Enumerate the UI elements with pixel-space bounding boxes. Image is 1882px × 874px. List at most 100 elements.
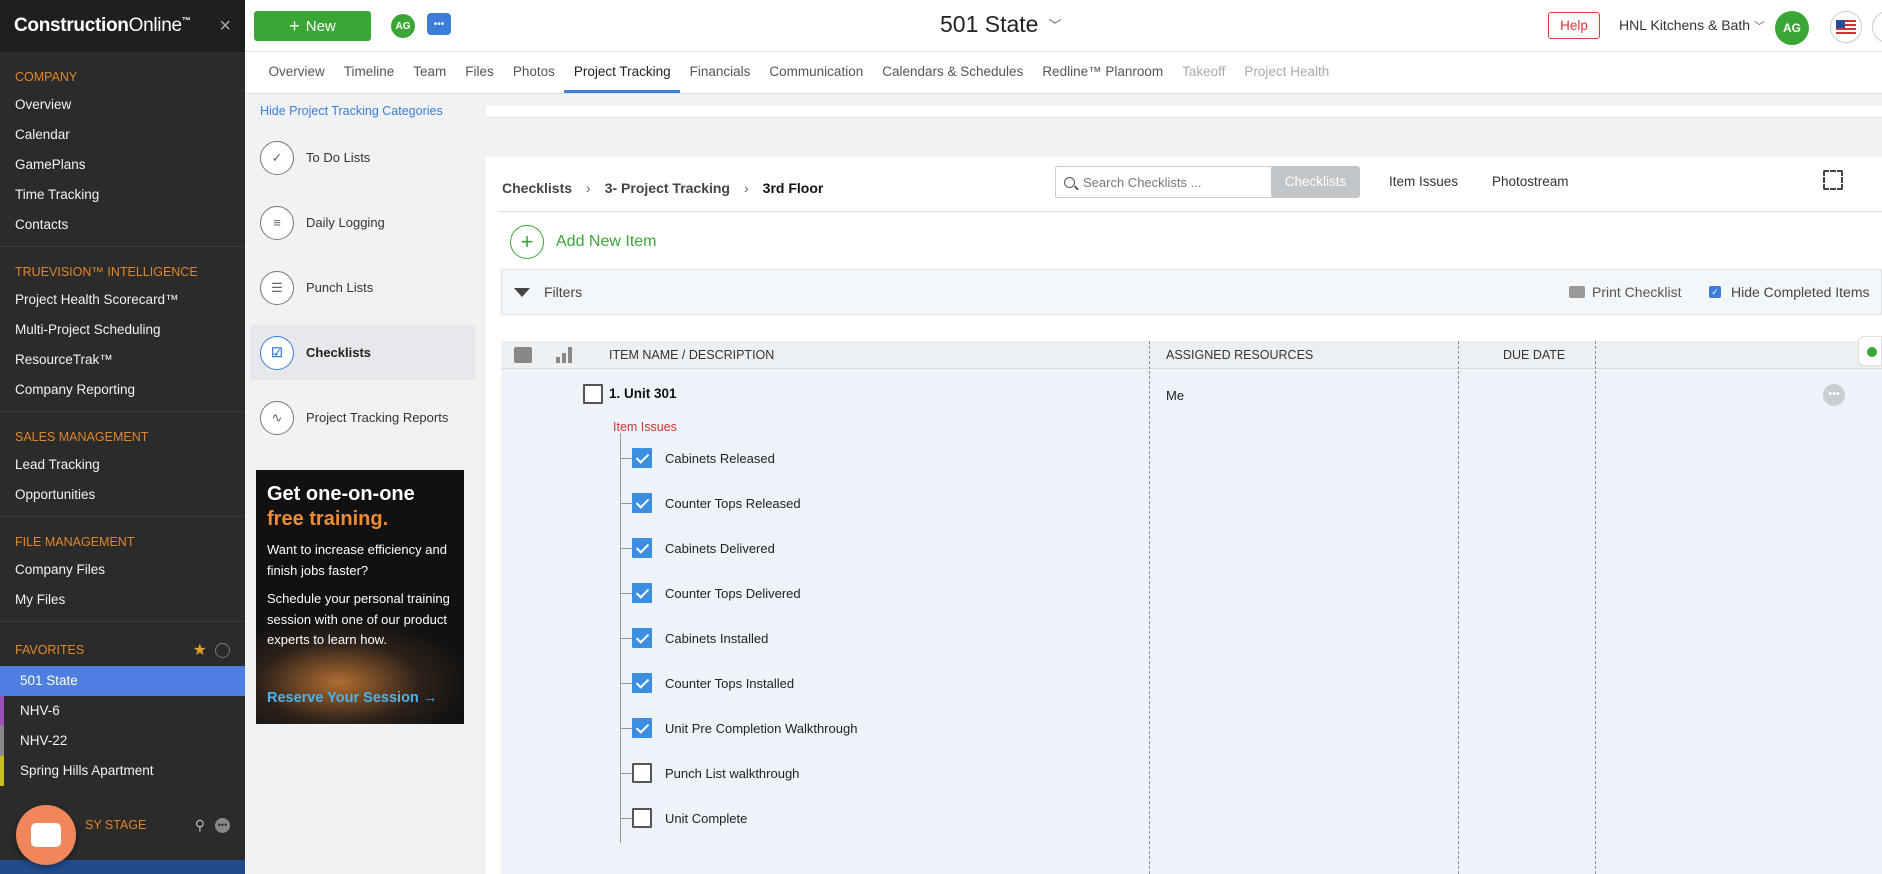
subitem-label[interactable]: Punch List walkthrough [665,766,799,781]
item-checkbox[interactable] [583,384,603,404]
fullscreen-icon[interactable] [1823,170,1843,190]
messages-icon[interactable]: ••• [427,13,451,35]
favorite-project-item[interactable]: Spring Hills Apartment [0,756,245,786]
nav-item-project-tracking-reports[interactable]: ∿ Project Tracking Reports [250,390,475,445]
column-header-assigned[interactable]: ASSIGNED RESOURCES [1166,348,1313,362]
more-icon[interactable]: ••• [215,817,230,833]
sidebar-item-lead-tracking[interactable]: Lead Tracking [0,450,245,480]
collapse-triangle-icon[interactable] [514,287,530,297]
more-options-icon[interactable]: ••• [1823,384,1845,406]
add-new-item-button[interactable]: + Add New Item [510,225,656,259]
close-sidebar-icon[interactable]: × [219,15,231,38]
checklist-subitem-row[interactable]: Cabinets Delivered [620,526,1220,571]
tab-project-tracking[interactable]: Project Tracking [564,52,681,93]
tab-financials[interactable]: Financials [680,52,760,93]
checklist-subitem-row[interactable]: Punch List walkthrough [620,751,1220,796]
reserve-session-link[interactable]: Reserve Your Session → [267,690,437,706]
sidebar-item-contacts[interactable]: Contacts [0,210,245,240]
hide-completed-checkbox[interactable]: ✓ [1709,286,1721,298]
subitem-checkbox[interactable] [632,448,652,468]
sidebar-item-gameplans[interactable]: GamePlans [0,150,245,180]
breadcrumb-item[interactable]: 3- Project Tracking [605,180,730,196]
sidebar-item-opportunities[interactable]: Opportunities [0,480,245,510]
tab-files[interactable]: Files [456,52,504,93]
subitem-label[interactable]: Unit Pre Completion Walkthrough [665,721,857,736]
checklist-subitem-row[interactable]: Counter Tops Delivered [620,571,1220,616]
subitem-label[interactable]: Counter Tops Installed [665,676,794,691]
star-icon[interactable]: ★ [193,640,207,660]
sidebar-item-resourcetrak[interactable]: ResourceTrak™ [0,345,245,375]
sidebar-item-time-tracking[interactable]: Time Tracking [0,180,245,210]
account-avatar[interactable]: AG [1775,11,1809,45]
user-avatar[interactable]: AG [391,14,415,38]
hide-completed-toggle[interactable]: ✓ Hide Completed Items [1709,284,1870,300]
priority-column-icon[interactable] [556,347,574,363]
tab-team[interactable]: Team [404,52,456,93]
subitem-checkbox[interactable] [632,763,652,783]
column-header-due-date[interactable]: DUE DATE [1503,348,1565,362]
new-button[interactable]: + New [254,11,371,41]
tab-timeline[interactable]: Timeline [334,52,404,93]
print-checklist-button[interactable]: Print Checklist [1569,284,1681,300]
subitem-label[interactable]: Cabinets Released [665,451,775,466]
checklist-subitem-row[interactable]: Unit Pre Completion Walkthrough [620,706,1220,751]
favorite-project-item[interactable]: NHV-6 [0,696,245,726]
subitem-checkbox[interactable] [632,583,652,603]
hide-categories-link[interactable]: Hide Project Tracking Categories [260,104,443,118]
sidebar-item-multi-project-scheduling[interactable]: Multi-Project Scheduling [0,315,245,345]
history-icon[interactable] [215,642,230,658]
nav-item-to-do-lists[interactable]: ✓ To Do Lists [250,130,475,185]
sidebar-item-calendar[interactable]: Calendar [0,120,245,150]
view-photostream-button[interactable]: Photostream [1492,166,1569,198]
us-flag-icon[interactable] [1830,11,1862,43]
checklist-subitem-row[interactable]: Cabinets Released [620,436,1220,481]
tab-calendars-schedules[interactable]: Calendars & Schedules [873,52,1033,93]
subitem-checkbox[interactable] [632,628,652,648]
search-input[interactable] [1083,174,1273,190]
sidebar-item-overview[interactable]: Overview [0,90,245,120]
view-checklists-button[interactable]: Checklists [1271,166,1360,198]
subitem-label[interactable]: Unit Complete [665,811,747,826]
subitem-label[interactable]: Counter Tops Released [665,496,801,511]
item-name[interactable]: 1. Unit 301 [609,386,677,401]
sidebar-item-company-files[interactable]: Company Files [0,555,245,585]
checklist-subitem-row[interactable]: Counter Tops Released [620,481,1220,526]
subitem-checkbox[interactable] [632,538,652,558]
company-selector[interactable]: HNL Kitchens & Bath ﹀ [1619,17,1765,34]
checklist-subitem-row[interactable]: Cabinets Installed [620,616,1220,661]
tab-photos[interactable]: Photos [503,52,564,93]
subitem-checkbox[interactable] [632,673,652,693]
subitem-checkbox[interactable] [632,808,652,828]
checklist-subitem-row[interactable]: Counter Tops Installed [620,661,1220,706]
subitem-checkbox[interactable] [632,718,652,738]
breadcrumb-item[interactable]: Checklists [502,180,572,196]
training-ad[interactable]: Get one-on-one free training. Want to in… [256,470,464,724]
sidebar-item-my-files[interactable]: My Files [0,585,245,615]
help-button[interactable]: Help [1548,12,1600,39]
search-icon[interactable]: ⚲ [195,817,205,834]
subitem-label[interactable]: Cabinets Installed [665,631,768,646]
sidebar-item-company-reporting[interactable]: Company Reporting [0,375,245,405]
nav-item-checklists[interactable]: ☑ Checklists [250,325,475,380]
tab-communication[interactable]: Communication [760,52,873,93]
tab-overview[interactable]: Overview [259,52,334,93]
filters-toggle[interactable]: Filters [544,284,582,300]
attachment-column-icon[interactable] [514,347,532,363]
subitem-checkbox[interactable] [632,493,652,513]
column-header-item-name[interactable]: ITEM NAME / DESCRIPTION [609,348,774,362]
favorite-project-item[interactable]: 501 State [0,666,245,696]
profile-icon[interactable] [1872,11,1882,43]
favorite-project-item[interactable]: NHV-22 [0,726,245,756]
nav-item-daily-logging[interactable]: ≡ Daily Logging [250,195,475,250]
status-indicator[interactable] [1858,336,1882,366]
checklist-item-row[interactable]: 1. Unit 301 Me ••• [501,369,1882,423]
app-logo[interactable]: ConstructionOnline™ [14,15,191,37]
support-chat-button[interactable] [16,805,76,865]
tab-redline-planroom[interactable]: Redline™ Planroom [1033,52,1173,93]
checklist-subitem-row[interactable]: Unit Complete [620,796,1220,841]
subitem-label[interactable]: Cabinets Delivered [665,541,775,556]
sidebar-item-project-health-scorecard[interactable]: Project Health Scorecard™ [0,285,245,315]
item-issues-link[interactable]: Item Issues [613,420,677,434]
view-item-issues-button[interactable]: Item Issues [1389,166,1458,198]
nav-item-punch-lists[interactable]: ☰ Punch Lists [250,260,475,315]
